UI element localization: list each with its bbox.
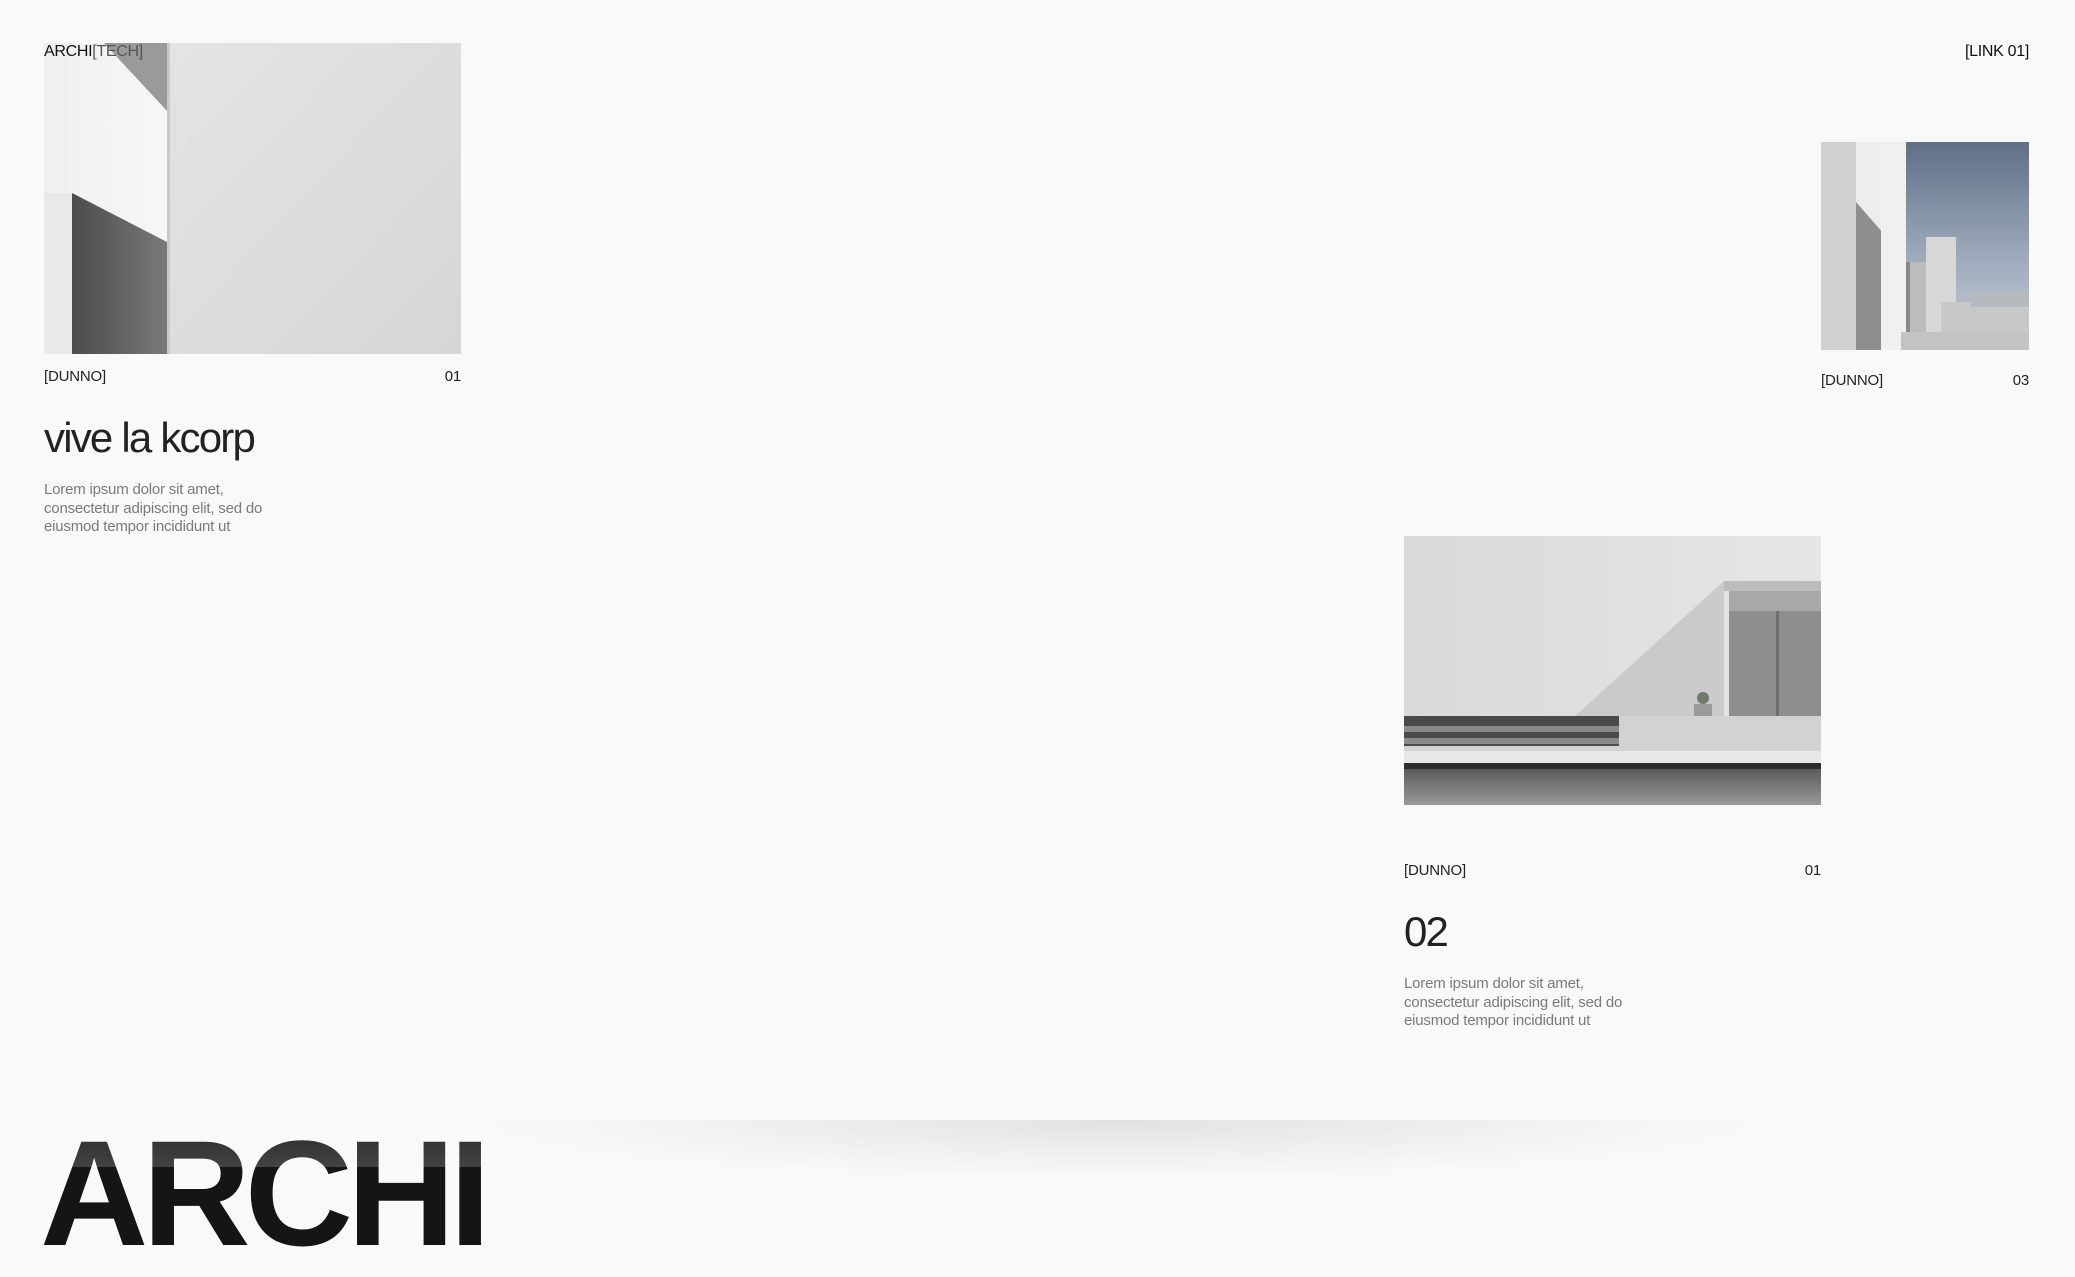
project-2-title: 02 xyxy=(1404,908,1449,955)
nav-link-01[interactable]: [LINK 01] xyxy=(1965,42,2029,62)
logo[interactable]: ARCHI[TECH] xyxy=(44,42,143,62)
logo-sub-text: [TECH] xyxy=(92,43,143,60)
project-1-title: vive la kcorp xyxy=(44,414,256,461)
project-1-tag: [DUNNO] xyxy=(44,368,106,385)
logo-main-text: ARCHI xyxy=(44,43,93,60)
architecture-photo-2 xyxy=(1404,536,1821,805)
footer-shadow xyxy=(470,1120,1770,1180)
project-1-description: Lorem ipsum dolor sit amet, consectetur … xyxy=(44,481,263,535)
project-1-number: 01 xyxy=(444,368,461,385)
project-2-tag: [DUNNO] xyxy=(1404,862,1466,879)
project-3-tag: [DUNNO] xyxy=(1821,372,1883,389)
project-2-description: Lorem ipsum dolor sit amet, consectetur … xyxy=(1404,975,1623,1029)
project-2-number: 01 xyxy=(1804,862,1821,879)
project-image-3[interactable] xyxy=(1821,142,2029,350)
footer-big-word: ARCHI xyxy=(40,1109,491,1277)
project-3-number: 03 xyxy=(2012,372,2029,389)
architecture-photo-3 xyxy=(1821,142,2029,350)
project-image-2[interactable] xyxy=(1404,536,1821,805)
architecture-photo-1 xyxy=(44,43,461,354)
project-image-1[interactable] xyxy=(44,43,461,354)
